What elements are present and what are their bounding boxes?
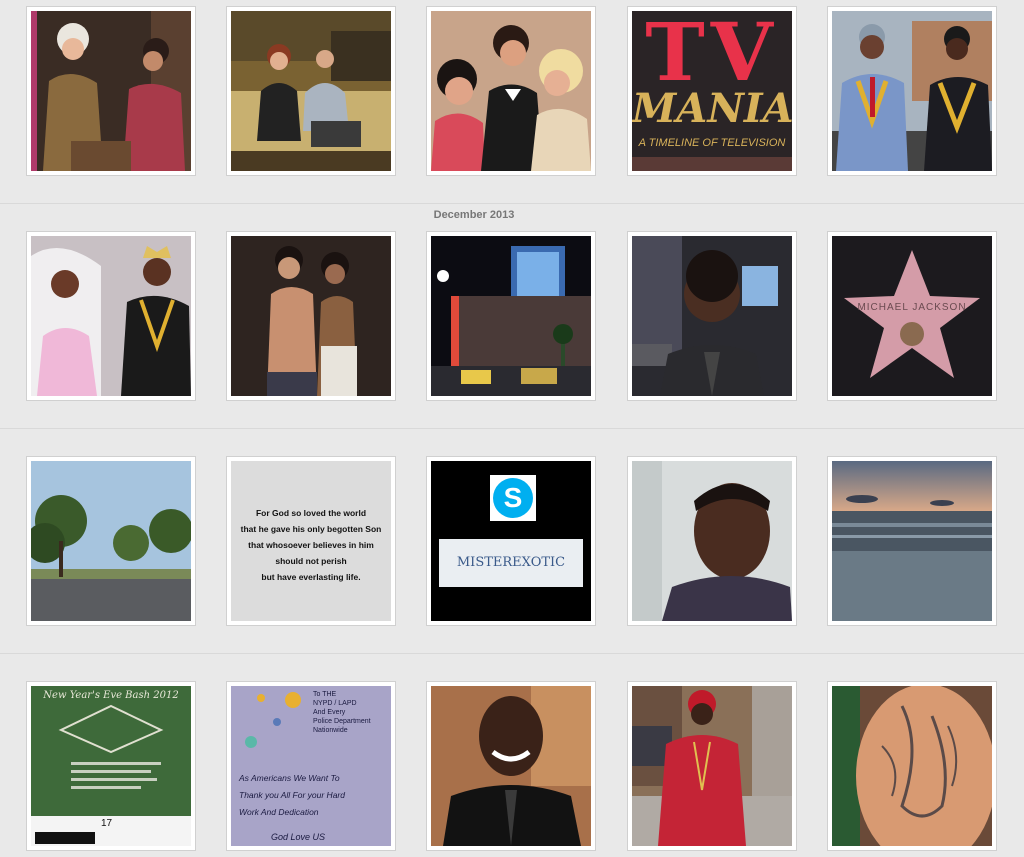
skype-card: S MISTEREXOTIC [431,461,591,621]
verse-line: For God so loved the world [255,508,367,518]
photo-image [31,11,191,171]
skype-icon: S [490,475,536,521]
note-header-line: Nationwide [313,727,348,734]
skype-tile[interactable]: S MISTEREXOTIC [426,456,596,626]
verse-card: For God so loved the world that he gave … [231,461,391,621]
photo-image [431,11,591,171]
photo-tile-women-chatting[interactable] [26,6,196,176]
photo-image [832,461,992,621]
photo-tile-trees-road[interactable] [26,456,196,626]
note-header-line: NYPD / LAPD [313,700,357,707]
photo-tile-portrait-man[interactable] [627,456,797,626]
photo-image [632,236,792,396]
month-label: December 2013 [433,209,515,221]
photo-image [31,461,191,621]
flyer-badge-number: 17 [101,818,113,829]
photo-tile-trio-tv-stars[interactable] [426,6,596,176]
star-name: MICHAEL JACKSON [857,302,967,313]
note-closing: God Love US [271,832,326,842]
handwritten-note: To THE NYPD / LAPD And Every Police Depa… [231,686,391,846]
photo-tile-royal-wedding[interactable] [26,231,196,401]
photo-image [832,11,992,171]
note-header-line: Police Department [313,718,371,725]
photo-image [431,236,591,396]
verse-line: that he gave his only begotten Son [240,524,382,534]
photo-tile-ocean-sunset[interactable] [827,456,997,626]
flyer-tile[interactable]: New Year's Eve Bash 2012 17 [26,681,196,851]
verse-line: should not perish [275,556,347,566]
photo-image [231,11,391,171]
photo-tile-tattoo-arm[interactable] [827,681,997,851]
note-body-line: As Americans We Want To [239,773,340,783]
row-divider [0,428,1024,429]
photo-image [431,686,591,846]
tv-mania-subtitle: MANIA [632,85,792,132]
photo-tile-street-hoodie[interactable] [627,681,797,851]
note-body-line: Thank you All For your Hard [239,790,345,800]
photo-tile-walk-of-fame-star[interactable]: MICHAEL JACKSON [827,231,997,401]
skype-username: MISTEREXOTIC [439,539,583,587]
note-body-line: Work And Dedication [239,807,319,817]
photo-image: MICHAEL JACKSON [832,236,992,396]
photo-tile-couple-on-couch[interactable] [226,6,396,176]
photo-image [31,236,191,396]
note-header-line: To THE [313,691,337,698]
photo-image [632,461,792,621]
photo-tile-two-royals[interactable] [827,6,997,176]
row-divider [0,203,1024,204]
photo-tile-hollywood-night[interactable] [426,231,596,401]
flyer-card: New Year's Eve Bash 2012 17 [31,686,191,846]
note-tile[interactable]: To THE NYPD / LAPD And Every Police Depa… [226,681,396,851]
photo-tile-dark-couple[interactable] [226,231,396,401]
verse-line: that whosoever believes in him [248,540,374,550]
tv-mania-tagline: A TIMELINE OF TELEVISION [638,137,786,149]
photo-tile-smiling-man[interactable] [426,681,596,851]
photo-image: TV MANIA A TIMELINE OF TELEVISION [632,11,792,171]
photo-image [632,686,792,846]
photo-image [231,236,391,396]
verse-line: but have everlasting life. [261,572,361,582]
photo-image [832,686,992,846]
photo-tile-selfie-street[interactable] [627,231,797,401]
verse-tile[interactable]: For God so loved the world that he gave … [226,456,396,626]
note-header-line: And Every [313,709,346,716]
photo-tile-tv-mania[interactable]: TV MANIA A TIMELINE OF TELEVISION [627,6,797,176]
row-divider [0,653,1024,654]
